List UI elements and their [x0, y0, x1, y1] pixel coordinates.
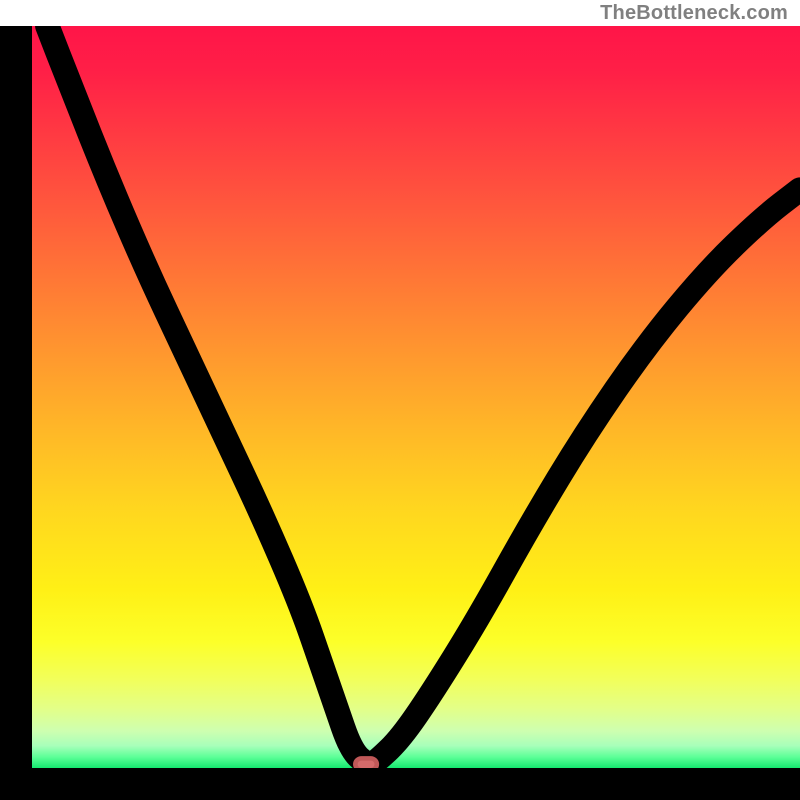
optimum-marker: [355, 758, 377, 768]
bottleneck-curve: [47, 26, 800, 763]
curve-layer-svg: [32, 26, 800, 768]
chart-frame: TheBottleneck.com: [0, 0, 800, 800]
attribution-label: TheBottleneck.com: [600, 2, 788, 25]
plot-area: [32, 26, 800, 768]
plot-border: [0, 26, 800, 800]
